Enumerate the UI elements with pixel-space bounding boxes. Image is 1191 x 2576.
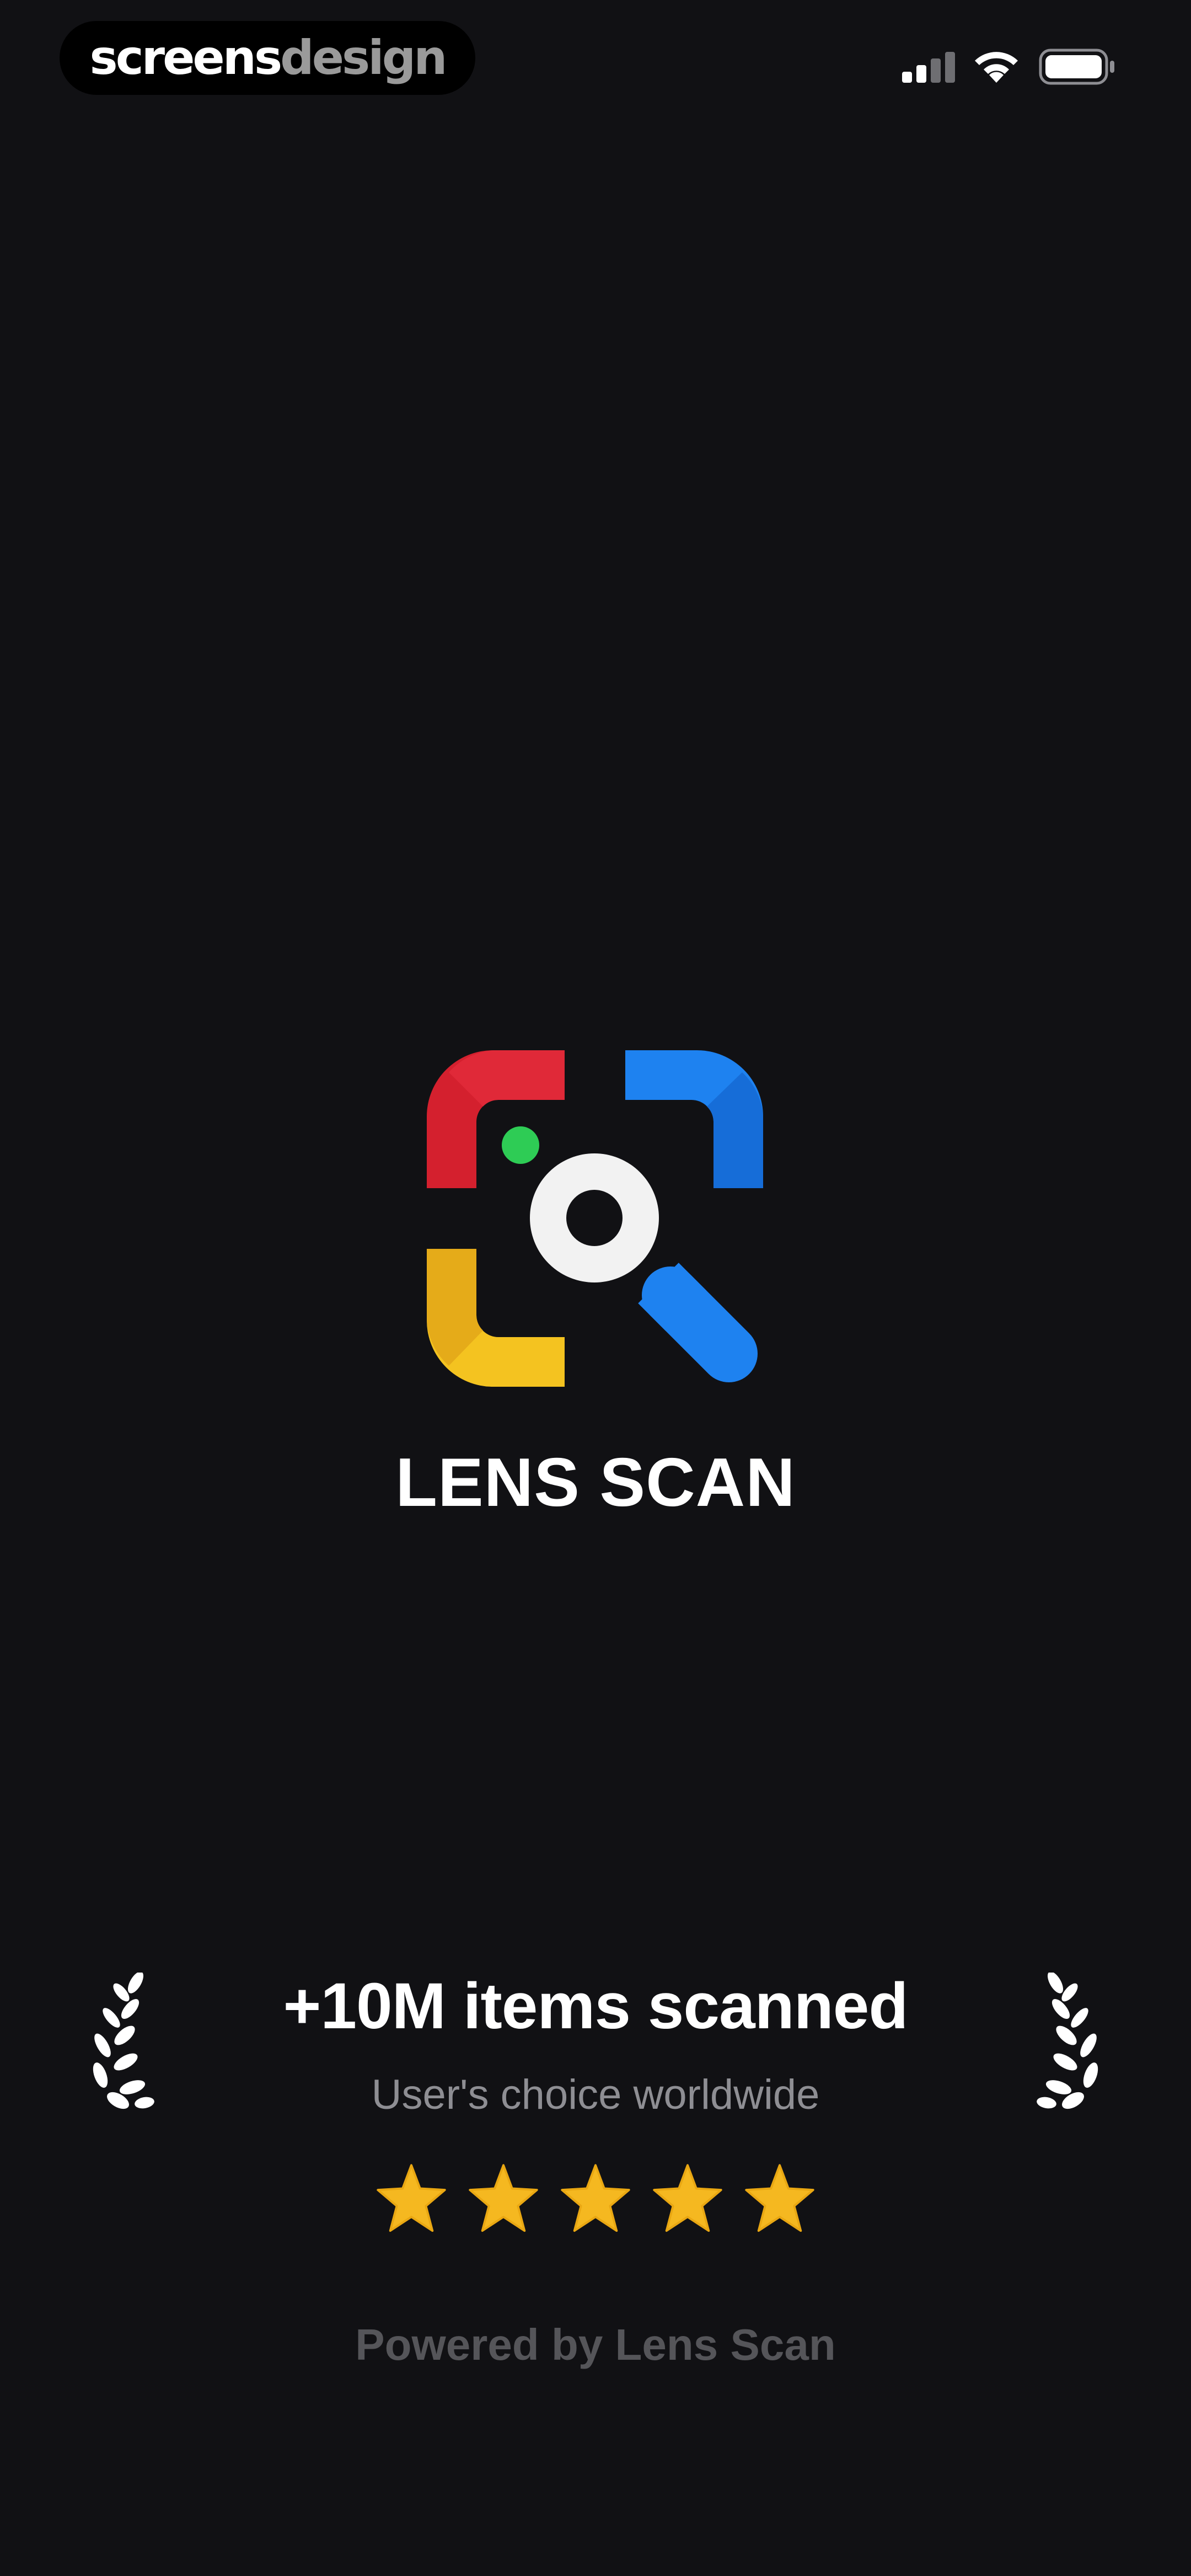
star-icon [377,2164,446,2232]
stats-title: +10M items scanned [283,1970,908,2043]
powered-by-text: Powered by Lens Scan [355,2320,836,2369]
lens-scan-logo-icon [427,1050,763,1387]
battery-icon [1039,49,1114,85]
stats-subtitle: User's choice worldwide [371,2071,820,2118]
rating-stars [375,2162,816,2235]
star-icon [653,2164,722,2232]
star-icon [469,2164,538,2232]
laurel-right-icon [1037,1973,1098,2109]
app-title: LENS SCAN [395,1445,796,1521]
star-icon [561,2164,630,2232]
brand-text-primary: screens [89,30,283,85]
wifi-icon [975,52,1018,83]
brand-badge: screens design [60,21,475,95]
brand-text-secondary: design [280,30,447,85]
star-icon [745,2164,814,2232]
cellular-signal-icon [902,52,955,83]
